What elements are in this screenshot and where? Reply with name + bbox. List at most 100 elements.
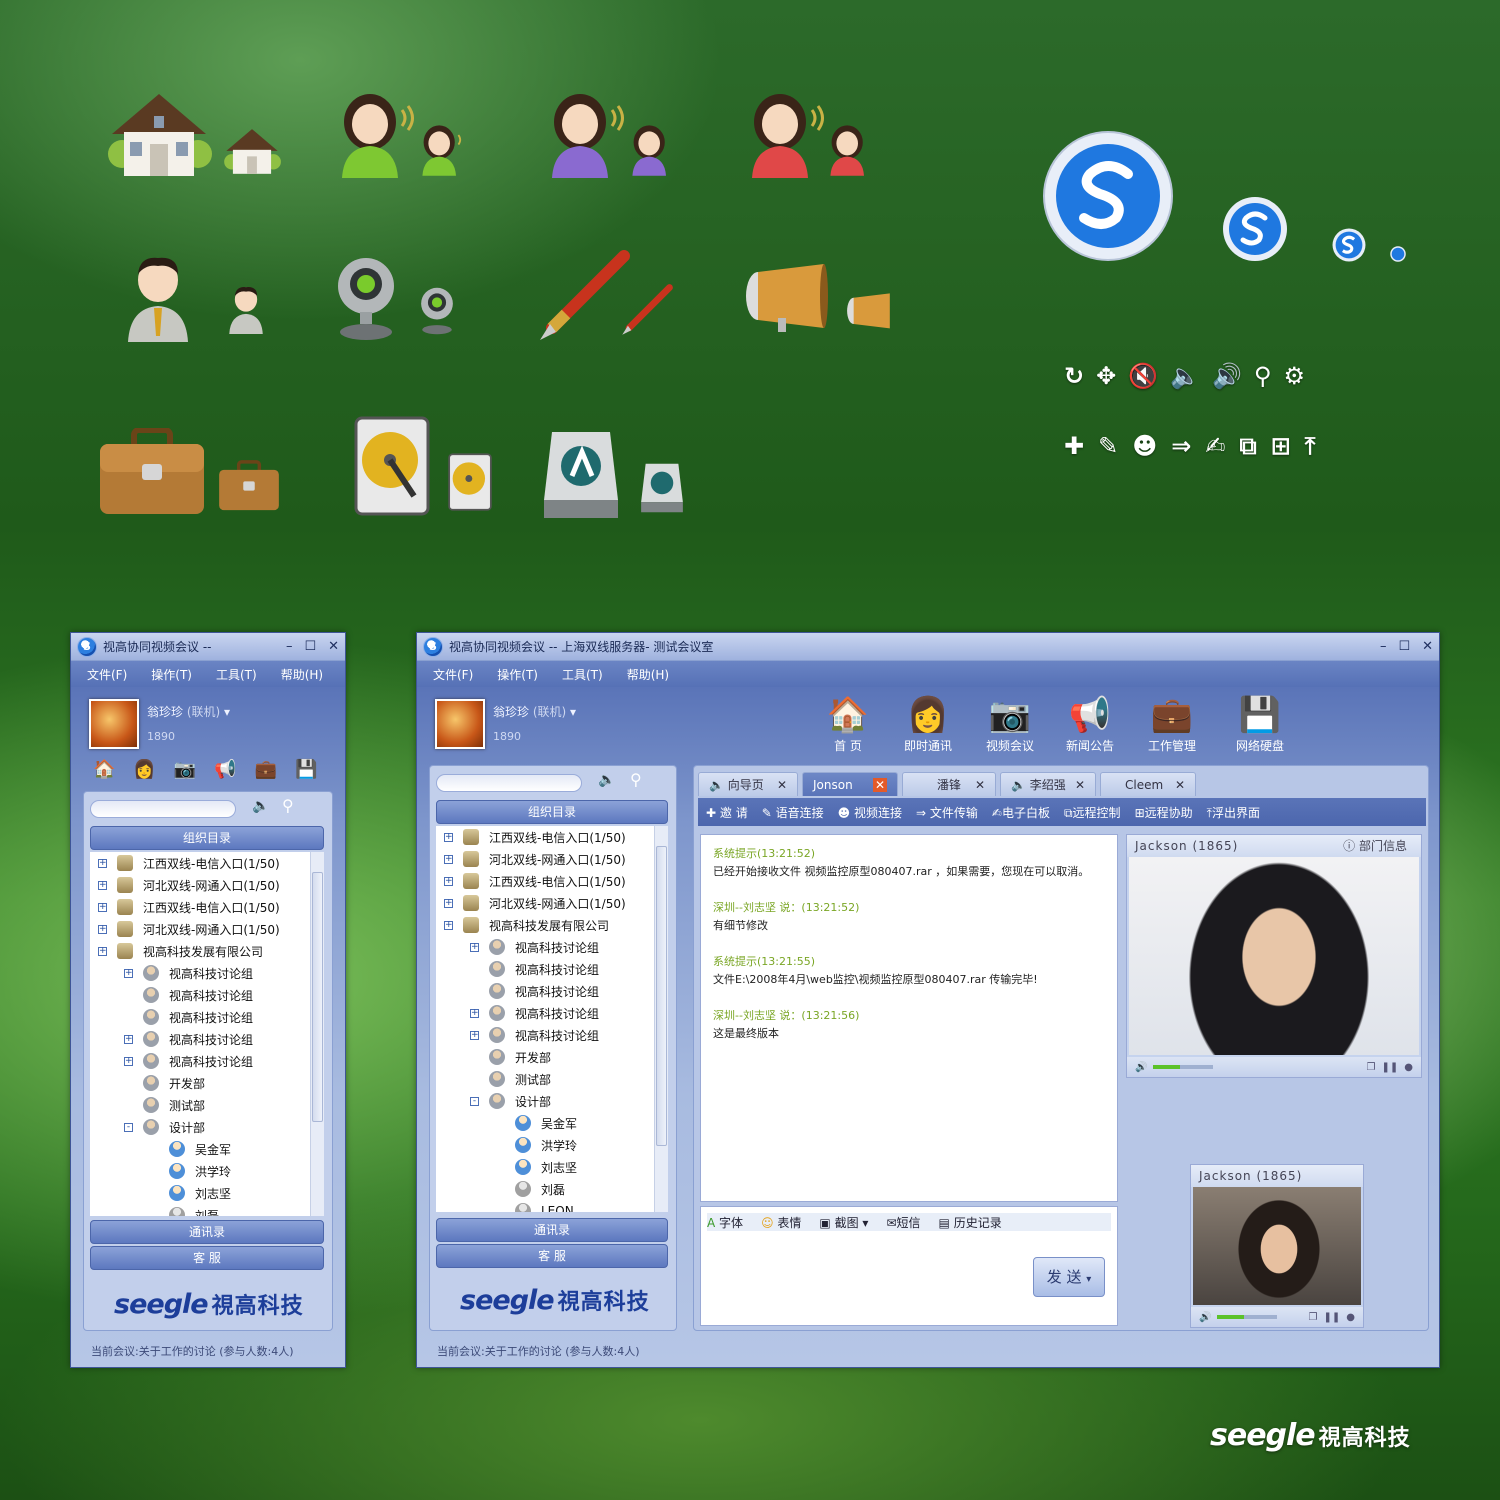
- expand-toggle-icon[interactable]: +: [98, 880, 107, 890]
- expand-toggle-icon[interactable]: +: [98, 946, 107, 956]
- tree-node[interactable]: LEON: [436, 1200, 654, 1212]
- restore-icon[interactable]: ❐: [1367, 1062, 1376, 1073]
- screenshot-button[interactable]: ▣ 截图 ▾: [819, 1214, 868, 1231]
- menu-help[interactable]: 帮助(H): [281, 666, 323, 683]
- close-tab-icon[interactable]: ✕: [1075, 773, 1085, 797]
- toolbar-home[interactable]: 🏠 首 页: [813, 693, 883, 754]
- search-input[interactable]: [436, 774, 582, 792]
- tree-node[interactable]: 测试部: [436, 1068, 654, 1090]
- maximize-button[interactable]: ☐: [304, 639, 316, 654]
- tree-node[interactable]: + 江西双线-电信入口(1/50): [90, 852, 310, 874]
- expand-toggle-icon[interactable]: +: [124, 1056, 133, 1066]
- record-icon[interactable]: ●: [1404, 1062, 1413, 1073]
- user-status-menu[interactable]: 翁珍珍 (联机) ▾: [147, 703, 230, 720]
- home-icon[interactable]: 🏠: [93, 759, 115, 780]
- expand-toggle-icon[interactable]: -: [470, 1096, 479, 1106]
- expand-toggle-icon[interactable]: +: [124, 968, 133, 978]
- dept-info-button[interactable]: ⓘ 部门信息: [1343, 835, 1407, 857]
- menu-help[interactable]: 帮助(H): [627, 666, 669, 683]
- tree-node[interactable]: 开发部: [90, 1072, 310, 1094]
- tree-node[interactable]: + 江西双线-电信入口(1/50): [436, 826, 654, 848]
- tree-node[interactable]: + 河北双线-网通入口(1/50): [90, 918, 310, 940]
- minimize-button[interactable]: –: [286, 639, 293, 654]
- maximize-button[interactable]: ☐: [1398, 639, 1410, 654]
- file-transfer-button[interactable]: ⇒ 文件传输: [916, 804, 978, 821]
- expand-toggle-icon[interactable]: +: [444, 876, 453, 886]
- float-out-button[interactable]: ⤒浮出界面: [1207, 804, 1260, 821]
- tree-scrollbar[interactable]: [310, 852, 324, 1216]
- menu-tools[interactable]: 工具(T): [216, 666, 257, 683]
- expand-toggle-icon[interactable]: +: [98, 902, 107, 912]
- tree-node[interactable]: 视高科技讨论组: [436, 980, 654, 1002]
- tree-node[interactable]: + 视高科技讨论组: [90, 962, 310, 984]
- avatar[interactable]: [435, 699, 485, 749]
- tree-node[interactable]: + 视高科技发展有限公司: [90, 940, 310, 962]
- close-tab-icon[interactable]: ✕: [777, 773, 787, 797]
- tree-node[interactable]: + 视高科技讨论组: [90, 1050, 310, 1072]
- expand-toggle-icon[interactable]: +: [98, 924, 107, 934]
- minimize-button[interactable]: –: [1380, 639, 1387, 654]
- expand-toggle-icon[interactable]: +: [470, 942, 479, 952]
- tree-node[interactable]: 测试部: [90, 1094, 310, 1116]
- tree-scrollbar[interactable]: [654, 826, 668, 1212]
- search-icon[interactable]: ⚲: [630, 770, 642, 789]
- restore-icon[interactable]: ❐: [1309, 1312, 1318, 1323]
- close-tab-icon[interactable]: ✕: [872, 778, 887, 792]
- tab-pan-feng[interactable]: 潘锋 ✕: [902, 772, 996, 796]
- pause-icon[interactable]: ❚❚: [1324, 1312, 1341, 1323]
- send-options-icon[interactable]: ▾: [1086, 1274, 1091, 1285]
- volume-icon[interactable]: 🔊: [1199, 1312, 1211, 1323]
- invite-button[interactable]: ✚ 邀 请: [706, 804, 748, 821]
- tree-node[interactable]: 刘志坚: [436, 1156, 654, 1178]
- pause-icon[interactable]: ❚❚: [1382, 1062, 1399, 1073]
- menu-tools[interactable]: 工具(T): [562, 666, 603, 683]
- megaphone-icon[interactable]: 📢: [214, 759, 236, 780]
- emoticon-button[interactable]: ☺ 表情: [761, 1214, 801, 1231]
- tree-node[interactable]: + 江西双线-电信入口(1/50): [436, 870, 654, 892]
- toolbar-drive[interactable]: 💾 网络硬盘: [1225, 693, 1295, 754]
- video-connect-button[interactable]: ☻ 视频连接: [838, 804, 902, 821]
- tree-node[interactable]: 视高科技讨论组: [90, 1006, 310, 1028]
- expand-toggle-icon[interactable]: +: [124, 1034, 133, 1044]
- tree-node[interactable]: 刘磊: [436, 1178, 654, 1200]
- menu-operate[interactable]: 操作(T): [151, 666, 192, 683]
- close-button[interactable]: ✕: [328, 639, 339, 654]
- menu-file[interactable]: 文件(F): [433, 666, 473, 683]
- font-button[interactable]: A 字体: [707, 1214, 743, 1231]
- service-button[interactable]: 客 服: [90, 1246, 324, 1270]
- tree-node[interactable]: + 视高科技讨论组: [436, 936, 654, 958]
- tree-node[interactable]: + 河北双线-网通入口(1/50): [90, 874, 310, 896]
- menu-file[interactable]: 文件(F): [87, 666, 127, 683]
- expand-toggle-icon[interactable]: +: [470, 1008, 479, 1018]
- send-button[interactable]: 发 送 ▾: [1033, 1257, 1105, 1297]
- tree-node[interactable]: 开发部: [436, 1046, 654, 1068]
- menu-operate[interactable]: 操作(T): [497, 666, 538, 683]
- expand-toggle-icon[interactable]: +: [444, 832, 453, 842]
- sms-button[interactable]: ✉短信: [886, 1214, 920, 1231]
- search-input[interactable]: [90, 800, 236, 818]
- expand-toggle-icon[interactable]: +: [444, 898, 453, 908]
- tree-node[interactable]: - 设计部: [436, 1090, 654, 1112]
- tree-node[interactable]: 吴金军: [90, 1138, 310, 1160]
- user-status-menu[interactable]: 翁珍珍 (联机) ▾: [493, 703, 576, 720]
- toolbar-video[interactable]: 📷 视频会议: [975, 693, 1045, 754]
- expand-toggle-icon[interactable]: +: [444, 920, 453, 930]
- voice-connect-button[interactable]: ✎ 语音连接: [762, 804, 824, 821]
- service-button[interactable]: 客 服: [436, 1244, 668, 1268]
- tree-node[interactable]: 刘磊: [90, 1204, 310, 1216]
- tab-guide[interactable]: 🔈 向导页 ✕: [698, 772, 798, 796]
- expand-toggle-icon[interactable]: +: [444, 854, 453, 864]
- tree-node[interactable]: + 河北双线-网通入口(1/50): [436, 892, 654, 914]
- volume-icon[interactable]: 🔊: [1135, 1062, 1147, 1073]
- tree-node[interactable]: 洪学玲: [90, 1160, 310, 1182]
- history-button[interactable]: ▤ 历史记录: [939, 1214, 1002, 1231]
- tree-node[interactable]: + 视高科技讨论组: [90, 1028, 310, 1050]
- toolbar-news[interactable]: 📢 新闻公告: [1055, 693, 1125, 754]
- search-icon[interactable]: ⚲: [282, 796, 294, 815]
- tree-node[interactable]: + 视高科技发展有限公司: [436, 914, 654, 936]
- org-directory-header[interactable]: 组织目录: [436, 800, 668, 824]
- tree-node[interactable]: 视高科技讨论组: [90, 984, 310, 1006]
- expand-toggle-icon[interactable]: +: [98, 858, 107, 868]
- whiteboard-button[interactable]: ✍电子白板: [992, 804, 1050, 821]
- toolbar-im[interactable]: 👩 即时通讯: [893, 693, 963, 754]
